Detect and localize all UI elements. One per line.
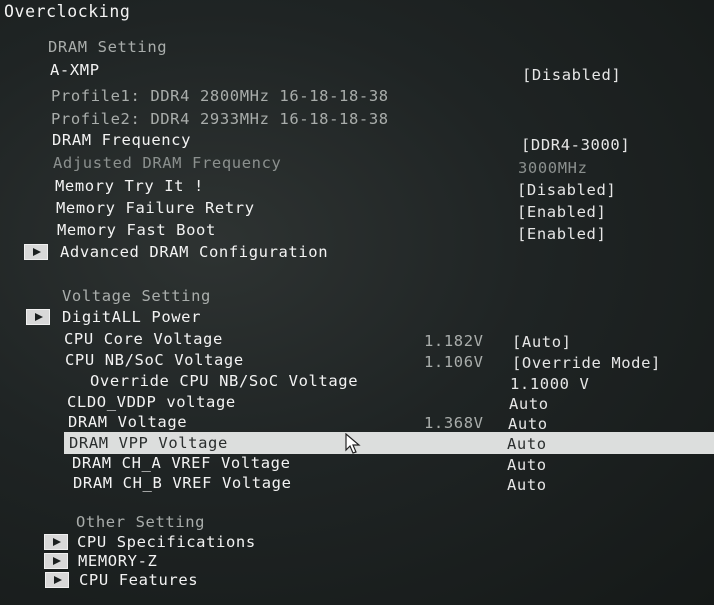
profile2-text: Profile2: DDR4 2933MHz 16-18-18-38 [51,110,389,128]
dram-voltage-label[interactable]: DRAM Voltage [68,412,187,432]
other-setting-heading: Other Setting [76,513,206,531]
axmp-value[interactable]: [Disabled] [522,65,621,85]
dram-chb-vref-label[interactable]: DRAM CH_B VREF Voltage [73,473,292,493]
cpu-specifications-item[interactable]: CPU Specifications [77,532,256,552]
override-cpu-nb-soc-value[interactable]: 1.1000 V [510,374,589,394]
cldo-vddp-voltage-label[interactable]: CLDO_VDDP voltage [67,392,236,412]
cpu-nb-soc-voltage-value[interactable]: [Override Mode] [512,353,661,373]
arrow-submenu-icon [24,244,48,260]
dram-setting-heading: DRAM Setting [48,38,168,56]
override-cpu-nb-soc-label[interactable]: Override CPU NB/SoC Voltage [90,371,358,391]
axmp-label[interactable]: A-XMP [50,60,100,80]
dram-vpp-voltage-value[interactable]: Auto [507,434,547,454]
memory-failure-retry-value[interactable]: [Enabled] [517,202,606,222]
arrow-submenu-icon [44,553,68,569]
advanced-dram-config-item[interactable]: Advanced DRAM Configuration [60,242,328,262]
digitall-power-item[interactable]: DigitALL Power [62,307,201,327]
arrow-submenu-icon [26,309,50,325]
memory-failure-retry-label[interactable]: Memory Failure Retry [56,198,255,218]
arrow-submenu-icon [44,534,68,550]
dram-voltage-value[interactable]: Auto [508,414,548,434]
dram-voltage-reading: 1.368V [424,414,484,432]
dram-cha-vref-label[interactable]: DRAM CH_A VREF Voltage [72,453,291,473]
adjusted-frequency-label: Adjusted DRAM Frequency [53,154,282,172]
cpu-core-voltage-reading: 1.182V [424,332,484,350]
dram-frequency-value[interactable]: [DDR4-3000] [521,135,630,155]
cpu-core-voltage-value[interactable]: [Auto] [512,332,572,352]
memory-z-item[interactable]: MEMORY-Z [78,551,157,571]
profile1-text: Profile1: DDR4 2800MHz 16-18-18-38 [51,87,389,105]
dram-cha-vref-value[interactable]: Auto [507,455,547,475]
mouse-pointer-icon [345,433,361,454]
memory-fast-boot-label[interactable]: Memory Fast Boot [57,220,216,240]
arrow-submenu-icon [45,572,69,588]
dram-chb-vref-value[interactable]: Auto [507,475,547,495]
adjusted-frequency-value: 3000MHz [518,159,588,177]
memory-fast-boot-value[interactable]: [Enabled] [517,224,606,244]
memory-try-it-label[interactable]: Memory Try It ! [55,176,204,196]
memory-try-it-value[interactable]: [Disabled] [517,180,616,200]
dram-frequency-label[interactable]: DRAM Frequency [52,130,191,150]
cldo-vddp-voltage-value[interactable]: Auto [509,394,549,414]
cpu-nb-soc-voltage-label[interactable]: CPU NB/SoC Voltage [65,350,244,370]
dram-vpp-voltage-label[interactable]: DRAM VPP Voltage [69,433,228,453]
cpu-features-item[interactable]: CPU Features [79,570,198,590]
page-title: Overclocking [4,2,131,21]
cpu-nb-soc-voltage-reading: 1.106V [424,353,484,371]
voltage-setting-heading: Voltage Setting [62,287,211,305]
cpu-core-voltage-label[interactable]: CPU Core Voltage [64,329,223,349]
